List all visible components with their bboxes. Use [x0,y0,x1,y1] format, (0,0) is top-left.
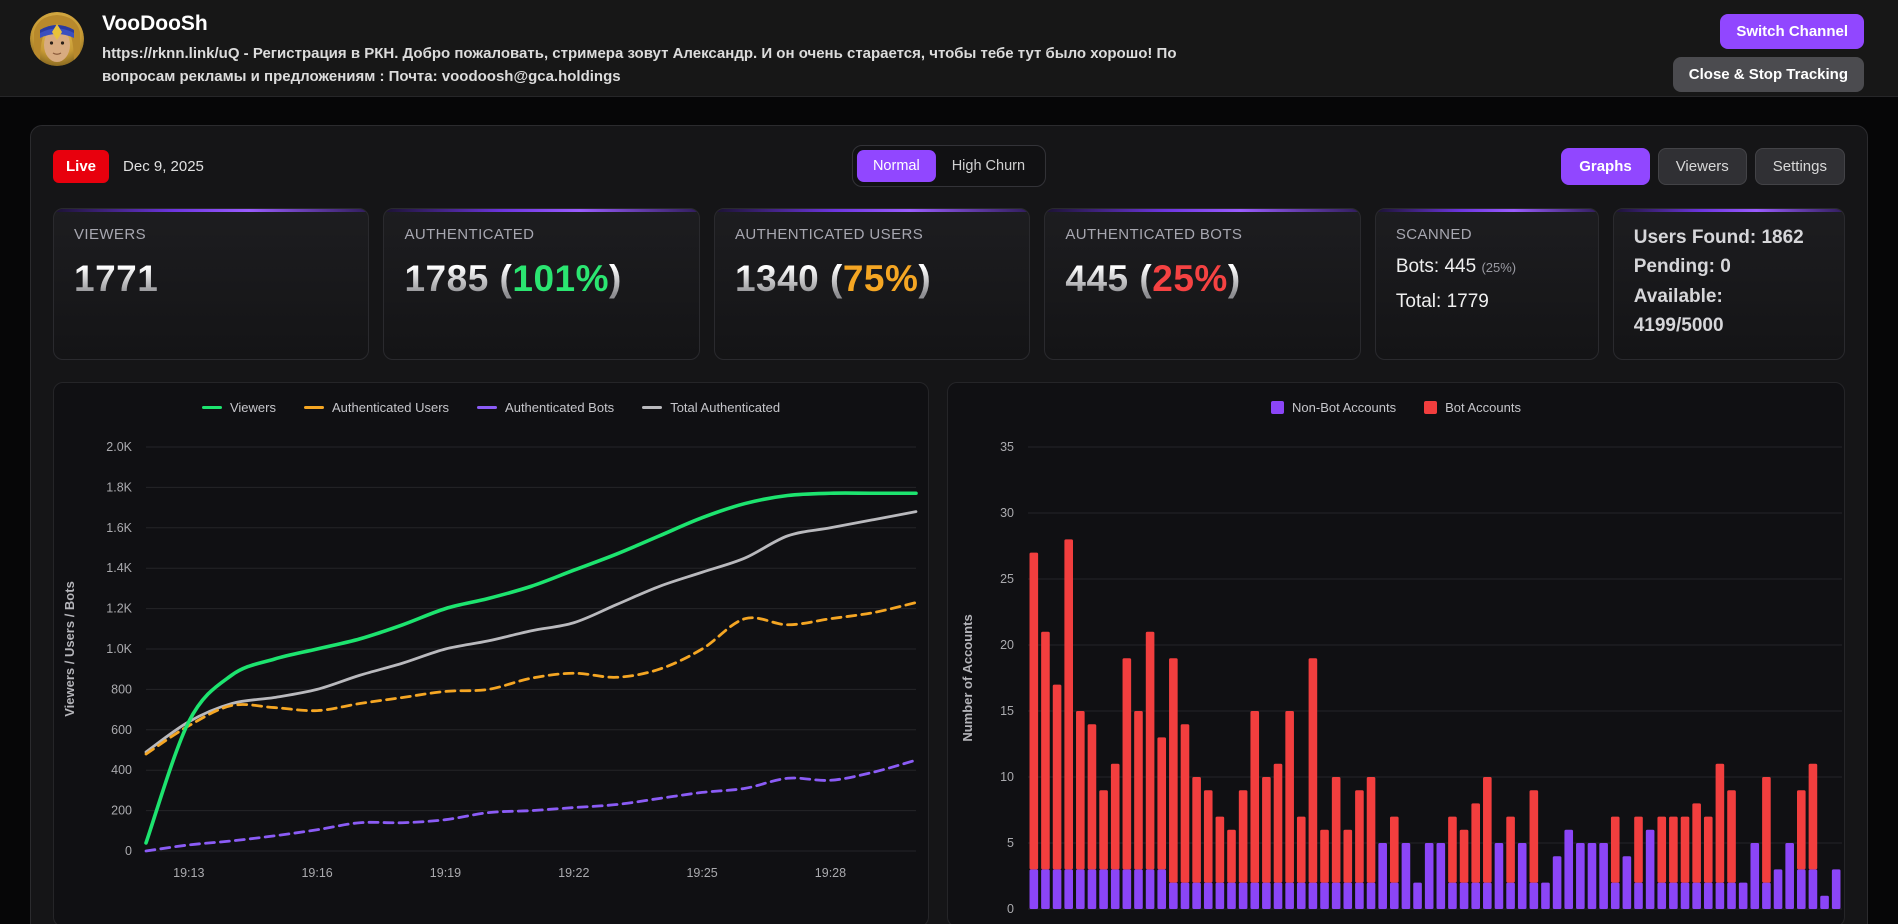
stat-value: 1771 [74,258,159,299]
scanned-bots-percent: (25%) [1481,260,1517,275]
svg-text:1.6K: 1.6K [106,521,132,535]
pending-line: Pending: 0 [1633,256,1731,278]
legend-item-total-authenticated: Total Authenticated [642,400,780,415]
stat-value: 1785 (101%) [404,258,622,299]
stat-percent: 101% [512,258,610,299]
stats-row: VIEWERS 1771 AUTHENTICATED 1785 (101%) AUTHE… [53,208,1846,360]
stat-card-viewers: VIEWERS 1771 [53,208,370,360]
svg-text:19:28: 19:28 [815,866,846,880]
scanned-bots-line: Bots: 445 (25%) [1396,256,1578,278]
legend-item-viewers: Viewers [201,400,276,415]
svg-text:19:25: 19:25 [686,866,717,880]
line-series-authenticated-users [144,600,918,756]
legend-swatch [1424,401,1438,415]
users-summary-card: Users Found: 1862 Pending: 0 Available: … [1612,208,1846,360]
svg-text:2.0K: 2.0K [106,440,132,454]
tab-settings[interactable]: Settings [1754,147,1845,185]
line-series-viewers [144,491,918,845]
accounts-bar-chart-card: Non-Bot Accounts Bot Accounts 0 5 10 15 20 25 3… [947,381,1845,924]
svg-text:5: 5 [1007,836,1014,850]
controls-row: Live Dec 9, 2025 Normal High Churn Graph… [53,145,1845,187]
tab-graphs[interactable]: Graphs [1561,147,1650,185]
svg-text:1.8K: 1.8K [106,480,132,494]
svg-text:20: 20 [1000,638,1014,652]
tab-viewers[interactable]: Viewers [1657,147,1747,185]
svg-text:35: 35 [1000,440,1014,454]
legend-item-authenticated-users: Authenticated Users [303,400,449,415]
scanned-bots-key: Bots: [1395,256,1440,277]
scanned-total-key: Total: [1395,291,1442,312]
svg-text:1.0K: 1.0K [106,642,132,656]
available-label-line: Available: [1633,285,1723,307]
date-label: Dec 9, 2025 [123,157,204,175]
svg-text:19:13: 19:13 [173,866,204,880]
svg-text:1.2K: 1.2K [106,601,132,615]
svg-text:600: 600 [111,723,132,737]
mode-normal-button[interactable]: Normal [856,150,936,182]
app-header: VooDooSh https://rknn.link/uQ - Регистра… [0,0,1898,97]
line-series-authenticated-bots [144,758,918,853]
avatar-image [30,12,84,66]
svg-text:19:22: 19:22 [558,866,589,880]
viewers-line-chart-svg: 0 200 400 600 800 1.0K 1.2K 1.4K 1.6K 1.8K 2.0K 19:… [62,440,918,880]
line-chart-y-axis-title: Viewers / Users / Bots [62,581,77,717]
svg-text:30: 30 [1000,506,1014,520]
svg-text:25: 25 [1000,572,1014,586]
svg-text:10: 10 [1000,770,1014,784]
channel-name: VooDooSh [102,12,208,35]
live-badge: Live [53,149,110,183]
scanned-total-value: 1779 [1446,291,1489,312]
bar-chart-legend: Non-Bot Accounts Bot Accounts [948,383,1844,417]
stat-value: 445 (25%) [1065,258,1241,299]
channel-avatar [30,12,84,66]
stat-label: VIEWERS [74,226,146,243]
scanned-total-line: Total: 1779 [1396,291,1578,313]
stat-label: AUTHENTICATED USERS [734,226,924,243]
svg-text:15: 15 [1000,704,1014,718]
line-chart-legend: Viewers Authenticated Users Authenticated … [54,383,928,417]
legend-swatch [1271,401,1285,415]
close-stop-tracking-button[interactable]: Close & Stop Tracking [1672,57,1864,92]
stat-label: AUTHENTICATED BOTS [1065,226,1243,243]
channel-description: https://rknn.link/uQ - Регистрация в РКН… [102,45,1177,86]
svg-text:200: 200 [111,803,132,817]
legend-item-bot-accounts: Bot Accounts [1424,400,1521,415]
mode-high-churn-button[interactable]: High Churn [936,150,1041,182]
svg-text:400: 400 [111,763,132,777]
scanned-label: SCANNED [1395,226,1473,243]
available-value-line: 4199/5000 [1633,315,1724,337]
svg-text:0: 0 [125,844,132,858]
stat-card-authenticated-bots: AUTHENTICATED BOTS 445 (25%) [1044,208,1361,360]
svg-text:19:16: 19:16 [301,866,332,880]
bar-chart-y-axis-title: Number of Accounts [960,614,975,741]
mode-toggle: Normal High Churn [851,145,1047,187]
svg-text:800: 800 [111,682,132,696]
stat-percent: 25% [1152,258,1228,299]
svg-text:0: 0 [1007,902,1014,916]
legend-swatch [303,406,324,410]
legend-swatch [642,406,663,410]
switch-channel-button[interactable]: Switch Channel [1720,14,1864,49]
users-found-line: Users Found: 1862 [1633,227,1804,248]
svg-text:1.4K: 1.4K [106,561,132,575]
view-buttons: Graphs Viewers Settings [1561,147,1845,185]
dashboard-panel: Live Dec 9, 2025 Normal High Churn Graph… [30,125,1868,924]
stat-card-authenticated: AUTHENTICATED 1785 (101%) [383,208,700,360]
legend-swatch [201,406,222,410]
stat-card-authenticated-users: AUTHENTICATED USERS 1340 (75%) [713,208,1031,360]
scanned-card: SCANNED Bots: 445 (25%) Total: 1779 [1374,208,1599,360]
legend-item-authenticated-bots: Authenticated Bots [477,400,614,415]
stat-value: 1340 (75%) [734,258,932,299]
legend-swatch [477,406,498,410]
scanned-bots-value: 445 [1444,256,1477,277]
charts-row: Viewers Authenticated Users Authenticated … [53,381,1845,924]
accounts-bar-chart-svg: 0 5 10 15 20 25 30 35 Number of Accounts [960,440,1842,916]
stat-label: AUTHENTICATED [404,226,535,243]
svg-text:19:19: 19:19 [430,866,461,880]
viewers-line-chart-card: Viewers Authenticated Users Authenticated … [53,381,929,924]
line-series-total-authenticated [144,509,918,754]
stat-percent: 75% [842,258,919,299]
legend-item-non-bot-accounts: Non-Bot Accounts [1271,400,1396,415]
